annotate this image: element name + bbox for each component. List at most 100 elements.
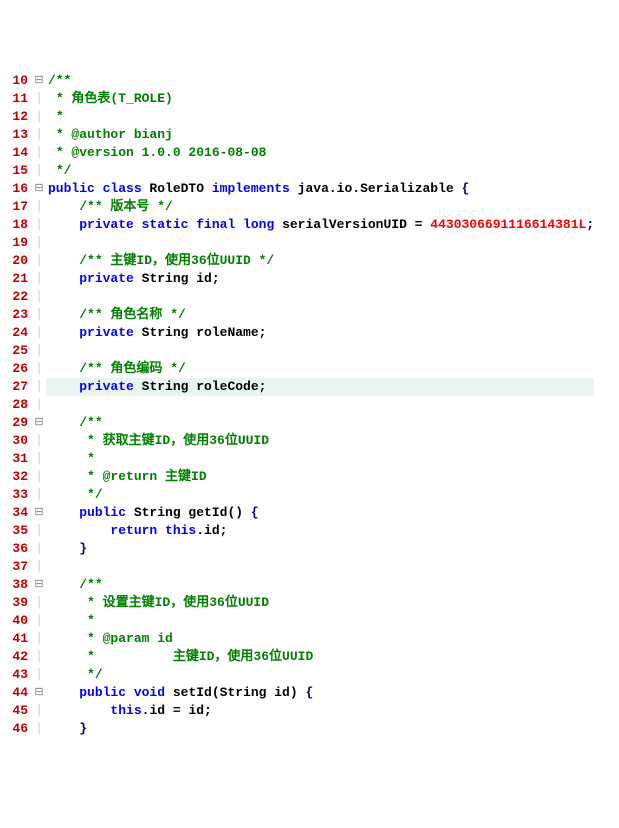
code-line[interactable]: public void setId(String id) { <box>46 684 594 702</box>
fold-guide-icon: │ <box>32 288 46 306</box>
token: public <box>79 505 134 520</box>
code-line[interactable]: * @author bianj <box>46 126 594 144</box>
token: */ <box>87 487 103 502</box>
indent <box>48 379 79 394</box>
gutter-row: 11│ <box>0 90 46 108</box>
token: setId(String id) <box>173 685 306 700</box>
fold-guide-icon: │ <box>32 90 46 108</box>
code-line[interactable]: * <box>46 450 594 468</box>
indent <box>48 109 56 124</box>
code-line[interactable]: * <box>46 612 594 630</box>
fold-guide-icon: │ <box>32 630 46 648</box>
fold-toggle-icon[interactable]: ⊟ <box>32 576 46 594</box>
code-line[interactable]: private String roleName; <box>46 324 594 342</box>
gutter-row: 15│ <box>0 162 46 180</box>
fold-guide-icon: │ <box>32 126 46 144</box>
code-line[interactable]: * @return 主键ID <box>46 468 594 486</box>
indent <box>48 451 87 466</box>
code-area[interactable]: /** * 角色表(T_ROLE) * * @author bianj * @v… <box>46 72 594 738</box>
line-number: 29 <box>0 414 32 432</box>
code-line[interactable]: } <box>46 720 594 738</box>
gutter-row: 28│ <box>0 396 46 414</box>
code-line[interactable]: * <box>46 108 594 126</box>
code-line[interactable]: */ <box>46 162 594 180</box>
gutter-row: 17│ <box>0 198 46 216</box>
token: private <box>79 271 141 286</box>
fold-toggle-icon[interactable]: ⊟ <box>32 504 46 522</box>
code-line[interactable]: private String id; <box>46 270 594 288</box>
code-line[interactable]: * 获取主键ID，使用36位UUID <box>46 432 594 450</box>
indent <box>48 271 79 286</box>
line-number: 39 <box>0 594 32 612</box>
code-line[interactable]: * 角色表(T_ROLE) <box>46 90 594 108</box>
token: /** 角色名称 */ <box>79 307 186 322</box>
code-line[interactable] <box>46 288 594 306</box>
line-number: 18 <box>0 216 32 234</box>
code-line[interactable]: /** 角色名称 */ <box>46 306 594 324</box>
code-line[interactable]: /** 主键ID，使用36位UUID */ <box>46 252 594 270</box>
gutter-row: 23│ <box>0 306 46 324</box>
code-editor[interactable]: 10⊟11│12│13│14│15│16⊟17│18│19│20│21│22│2… <box>0 72 619 738</box>
fold-toggle-icon[interactable]: ⊟ <box>32 72 46 90</box>
fold-guide-icon: │ <box>32 522 46 540</box>
line-number: 10 <box>0 72 32 90</box>
token: * 主键ID，使用36位UUID <box>87 649 313 664</box>
gutter-row: 24│ <box>0 324 46 342</box>
indent <box>48 433 87 448</box>
code-line[interactable]: * @param id <box>46 630 594 648</box>
line-number: 37 <box>0 558 32 576</box>
code-line[interactable]: return this.id; <box>46 522 594 540</box>
code-line[interactable]: public String getId() { <box>46 504 594 522</box>
gutter-row: 35│ <box>0 522 46 540</box>
code-line[interactable]: */ <box>46 486 594 504</box>
code-line[interactable] <box>46 558 594 576</box>
token: * @param id <box>87 631 173 646</box>
line-number: 25 <box>0 342 32 360</box>
code-line[interactable]: * 设置主键ID，使用36位UUID <box>46 594 594 612</box>
code-line[interactable]: * @version 1.0.0 2016-08-08 <box>46 144 594 162</box>
code-line[interactable]: /** <box>46 414 594 432</box>
indent <box>48 487 87 502</box>
token: return this <box>110 523 196 538</box>
line-number: 19 <box>0 234 32 252</box>
fold-guide-icon: │ <box>32 378 46 396</box>
line-number: 33 <box>0 486 32 504</box>
line-number: 43 <box>0 666 32 684</box>
line-number: 13 <box>0 126 32 144</box>
fold-toggle-icon[interactable]: ⊟ <box>32 180 46 198</box>
code-line[interactable] <box>46 234 594 252</box>
code-line[interactable]: this.id = id; <box>46 702 594 720</box>
token: * 角色表(T_ROLE) <box>56 91 173 106</box>
token: /** 主键ID，使用36位UUID */ <box>79 253 274 268</box>
code-line[interactable]: public class RoleDTO implements java.io.… <box>46 180 594 198</box>
line-number: 38 <box>0 576 32 594</box>
code-line[interactable]: /** 版本号 */ <box>46 198 594 216</box>
code-line[interactable]: /** <box>46 576 594 594</box>
code-line[interactable] <box>46 396 594 414</box>
token: * @version 1.0.0 2016-08-08 <box>56 145 267 160</box>
line-number: 12 <box>0 108 32 126</box>
gutter-row: 33│ <box>0 486 46 504</box>
fold-guide-icon: │ <box>32 270 46 288</box>
fold-toggle-icon[interactable]: ⊟ <box>32 414 46 432</box>
code-line[interactable]: } <box>46 540 594 558</box>
indent <box>48 649 87 664</box>
fold-toggle-icon[interactable]: ⊟ <box>32 684 46 702</box>
indent <box>48 253 79 268</box>
fold-guide-icon: │ <box>32 234 46 252</box>
fold-guide-icon: │ <box>32 306 46 324</box>
gutter: 10⊟11│12│13│14│15│16⊟17│18│19│20│21│22│2… <box>0 72 46 738</box>
fold-guide-icon: │ <box>32 612 46 630</box>
code-line[interactable]: * 主键ID，使用36位UUID <box>46 648 594 666</box>
line-number: 17 <box>0 198 32 216</box>
code-line[interactable] <box>46 342 594 360</box>
code-line[interactable]: */ <box>46 666 594 684</box>
token: 4430306691116614381L <box>430 217 586 232</box>
code-line[interactable]: private String roleCode; <box>46 378 594 396</box>
code-line[interactable]: /** 角色编码 */ <box>46 360 594 378</box>
gutter-row: 32│ <box>0 468 46 486</box>
code-line[interactable]: private static final long serialVersionU… <box>46 216 594 234</box>
gutter-row: 36│ <box>0 540 46 558</box>
gutter-row: 34⊟ <box>0 504 46 522</box>
code-line[interactable]: /** <box>46 72 594 90</box>
